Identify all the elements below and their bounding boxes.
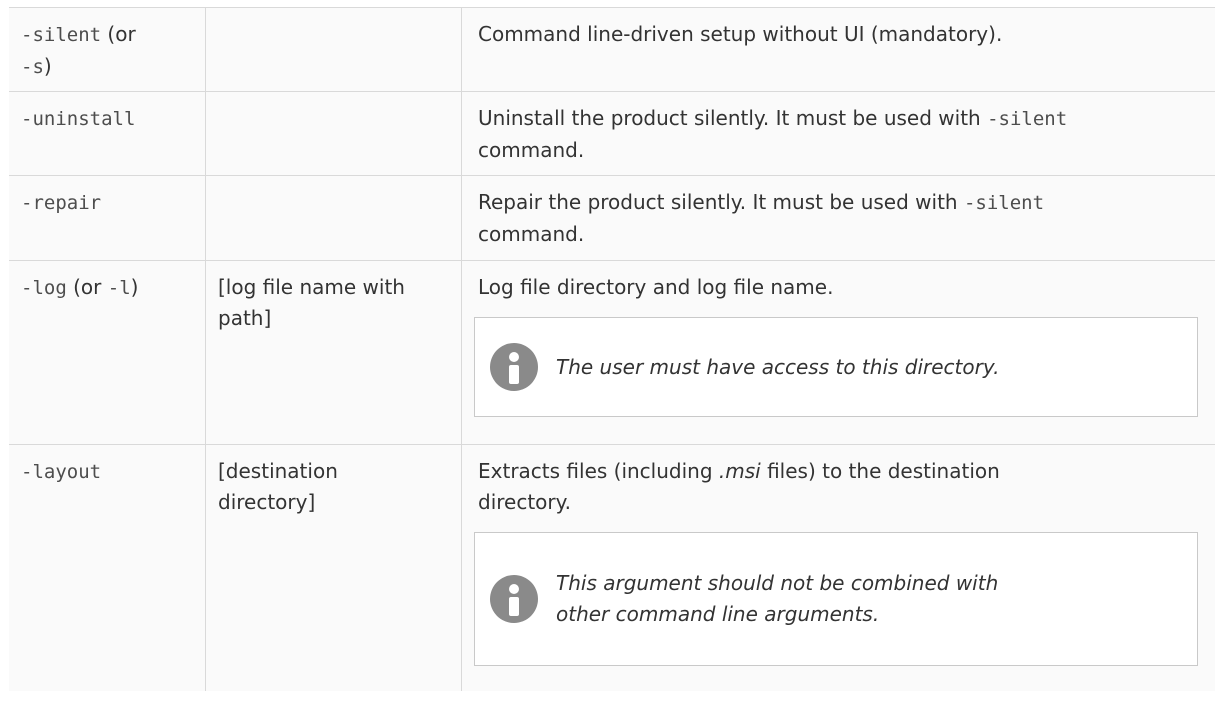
value-text-cont: path]	[218, 306, 272, 330]
note-line-1: This argument should not be combined wit…	[556, 571, 999, 595]
description-code: -silent	[987, 108, 1068, 130]
value-cell: [destination directory]	[206, 445, 462, 691]
description-text: Repair the product silently. It must be …	[478, 190, 964, 214]
value-cell: [log file name with path]	[206, 261, 462, 444]
table-row: -repair Repair the product silently. It …	[9, 175, 1215, 260]
description-cell: Repair the product silently. It must be …	[462, 176, 1215, 260]
description-code: -silent	[963, 192, 1045, 214]
description-text: Command line-driven setup without UI (ma…	[478, 22, 1003, 46]
table-row: -silent (or -s) Command line-driven setu…	[9, 7, 1215, 91]
note-line-2: other command line arguments.	[556, 602, 880, 626]
argument-suffix: (or	[101, 22, 136, 46]
argument-code: -silent	[21, 24, 102, 46]
value-cell	[206, 8, 462, 91]
note-text: The user must have access to this direct…	[556, 354, 1000, 379]
argument-cell: -layout	[9, 445, 206, 691]
note-text: This argument should not be combined wit…	[556, 568, 998, 630]
argument-code: -log	[21, 277, 67, 299]
argument-alias-code: -s	[21, 56, 44, 78]
value-cell	[206, 176, 462, 260]
description-text: Extracts files (including .msi files) to…	[478, 456, 1038, 518]
description-text: Uninstall the product silently. It must …	[478, 106, 988, 130]
argument-code: -uninstall	[21, 108, 136, 130]
argument-code: -layout	[21, 461, 102, 483]
argument-alias-suffix: )	[130, 275, 139, 299]
description-emphasis: .msi	[718, 459, 761, 483]
note-box: This argument should not be combined wit…	[474, 532, 1198, 666]
note-box: The user must have access to this direct…	[474, 317, 1198, 417]
argument-cell: -repair	[9, 176, 206, 260]
table-row: -layout [destination directory] Extracts…	[9, 444, 1215, 691]
argument-mid: (or	[66, 275, 108, 299]
argument-alias-code: -l	[107, 277, 131, 299]
argument-cell: -uninstall	[9, 92, 206, 175]
argument-alias-suffix: )	[43, 54, 52, 78]
description-cell: Extracts files (including .msi files) to…	[462, 445, 1215, 691]
description-cell: Uninstall the product silently. It must …	[462, 92, 1215, 175]
value-text-cont: directory]	[218, 490, 316, 514]
description-text-cont: command.	[478, 222, 585, 246]
description-text: Log file directory and log file name.	[478, 275, 834, 299]
value-text: [log file name with	[218, 275, 405, 299]
arguments-table: -silent (or -s) Command line-driven setu…	[9, 7, 1215, 691]
description-cell: Command line-driven setup without UI (ma…	[462, 8, 1215, 91]
table-row: -log (or -l) [log file name with path] L…	[9, 260, 1215, 444]
argument-cell: -log (or -l)	[9, 261, 206, 444]
info-icon	[490, 343, 538, 391]
description-pre: Extracts files (including	[478, 459, 719, 483]
description-cell: Log file directory and log file name. Th…	[462, 261, 1215, 444]
value-text: [destination	[218, 459, 338, 483]
table-row: -uninstall Uninstall the product silentl…	[9, 91, 1215, 175]
argument-code: -repair	[21, 192, 102, 214]
value-cell	[206, 92, 462, 175]
description-text-cont: command.	[478, 138, 585, 162]
argument-cell: -silent (or -s)	[9, 8, 206, 91]
info-icon	[490, 575, 538, 623]
